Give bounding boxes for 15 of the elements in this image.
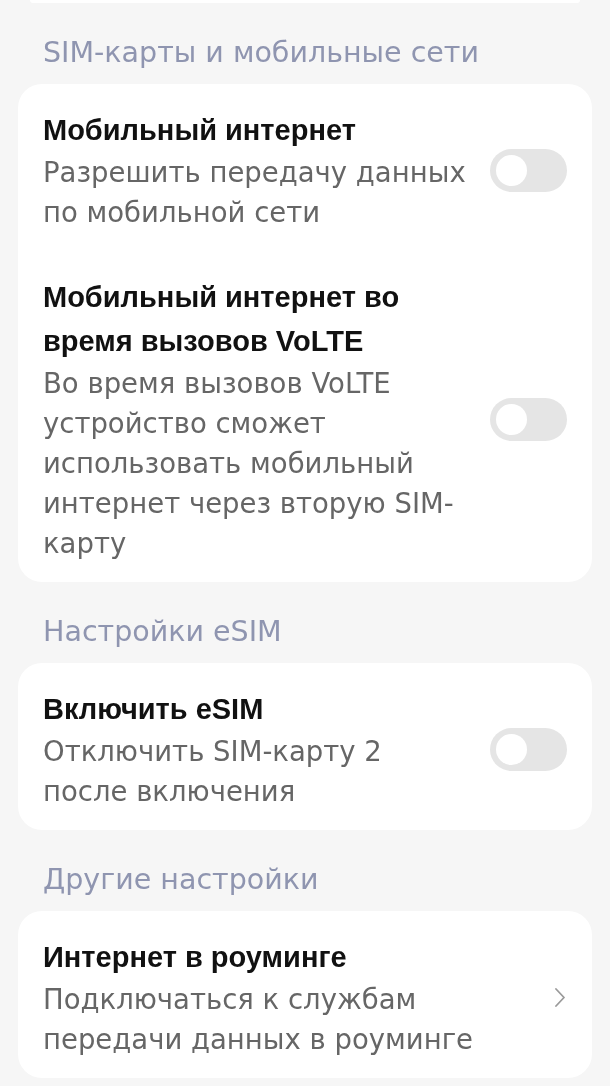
chevron-right-icon bbox=[555, 987, 565, 1007]
setting-title: Мобильный интернет bbox=[43, 113, 357, 148]
setting-title: Мобильный интернет во время вызовов VoLTE bbox=[43, 280, 401, 359]
setting-description: Разрешить передачу данных по мобильной сети bbox=[43, 155, 467, 230]
setting-description: Отключить SIM-карту 2 после включения bbox=[43, 734, 383, 809]
section-title: Другие настройки bbox=[43, 862, 320, 898]
setting-description: Подключаться к службам передачи данных в роуминге bbox=[43, 982, 475, 1057]
toggle-switch[interactable] bbox=[490, 727, 567, 771]
section-title: Настройки eSIM bbox=[43, 614, 283, 650]
toggle-switch[interactable] bbox=[490, 397, 567, 441]
setting-title: Включить eSIM bbox=[43, 692, 265, 727]
setting-description: Во время вызовов VoLTE устройство сможет использовать мобильный интернет через вторую SIM-карту bbox=[43, 366, 455, 561]
toggle-switch[interactable] bbox=[490, 148, 567, 192]
setting-title: Интернет в роуминге bbox=[43, 940, 348, 975]
section-title: SIM-карты и мобильные сети bbox=[43, 35, 480, 71]
